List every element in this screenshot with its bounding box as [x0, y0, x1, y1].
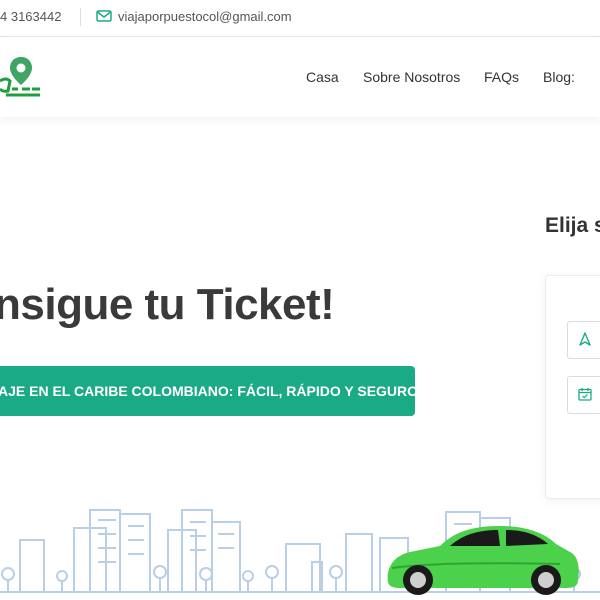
navigation-arrow-icon: [579, 332, 591, 346]
city-skyline-illustration: [0, 509, 600, 595]
nav-item-casa[interactable]: Casa: [306, 69, 339, 85]
hero-title: nsigue tu Ticket!: [0, 280, 335, 329]
topbar-divider: [80, 8, 81, 26]
calendar-icon: [578, 388, 592, 401]
green-car-icon: [387, 526, 579, 595]
email-link[interactable]: viajaporpuestocol@gmail.com: [118, 9, 292, 24]
mail-icon: [96, 10, 112, 22]
top-contact-bar: 4 3163442 viajaporpuestocol@gmail.com: [0, 0, 600, 37]
nav-item-faqs[interactable]: FAQs: [484, 69, 519, 85]
origin-field[interactable]: [567, 321, 600, 359]
date-field[interactable]: [567, 376, 600, 414]
nav-item-sobre-nosotros[interactable]: Sobre Nosotros: [363, 69, 460, 85]
phone-number[interactable]: 4 3163442: [0, 9, 61, 24]
map-pin-logo[interactable]: [0, 51, 44, 103]
booking-title: Elija s: [545, 214, 600, 237]
hero-cta-button[interactable]: AJE EN EL CARIBE COLOMBIANO: FÁCIL, RÁPI…: [0, 366, 418, 416]
site-header: Casa Sobre Nosotros FAQs Blog:: [0, 37, 600, 117]
nav-item-blog[interactable]: Blog:: [543, 69, 575, 85]
